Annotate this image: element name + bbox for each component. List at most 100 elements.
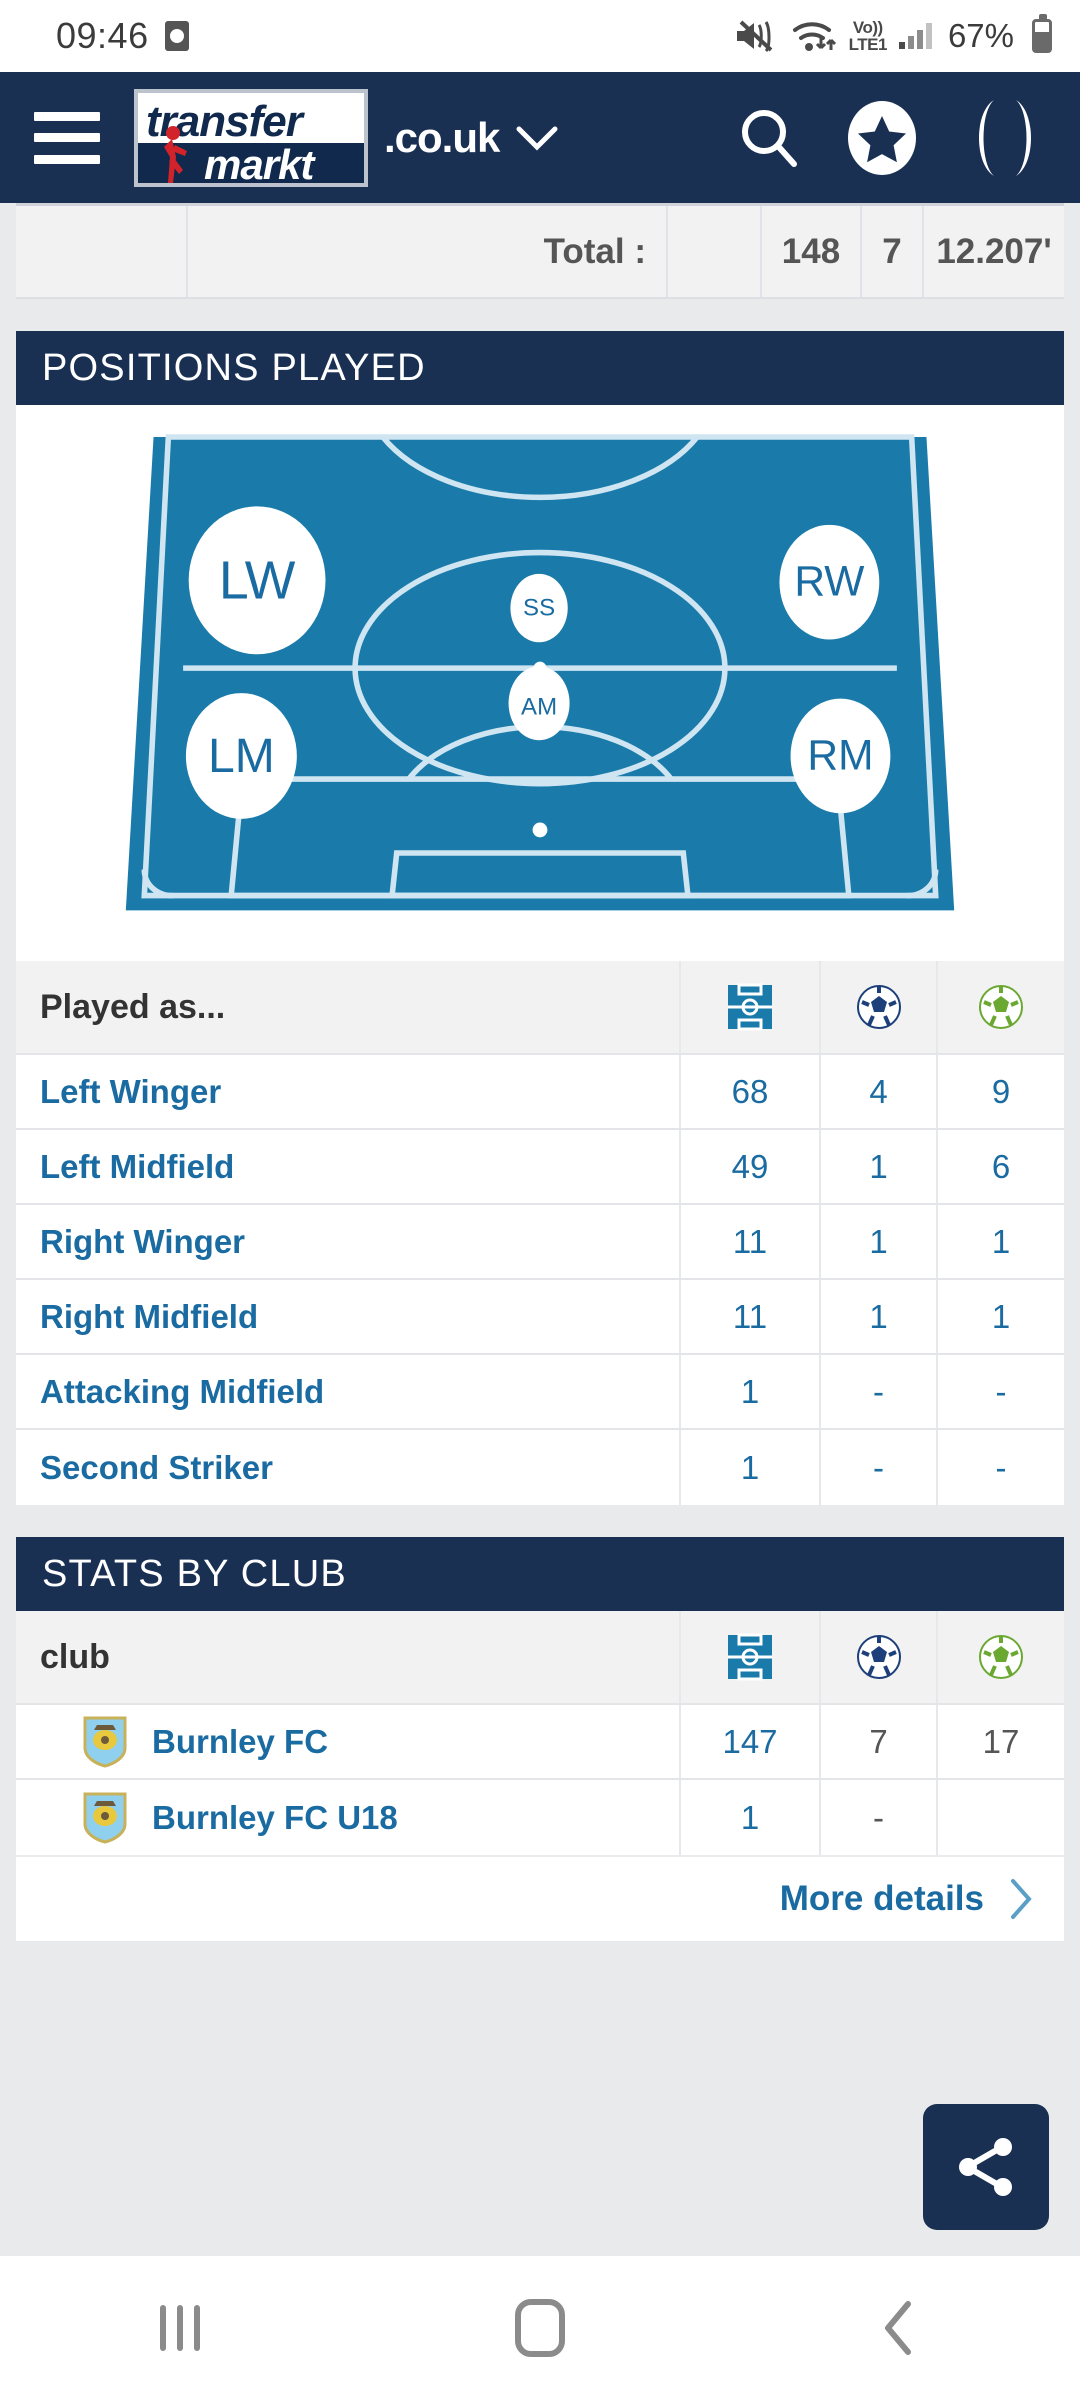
system-navigation-bar xyxy=(0,2256,1080,2400)
table-row[interactable]: Left Winger 68 4 9 xyxy=(16,1055,1064,1130)
second-striker-marker[interactable]: SS xyxy=(510,573,568,643)
position-link[interactable]: Left Winger xyxy=(40,1073,221,1111)
right-winger-label: RW xyxy=(794,559,864,606)
share-icon xyxy=(959,2138,1012,2196)
recents-icon xyxy=(160,2305,200,2351)
hamburger-menu-icon[interactable] xyxy=(34,111,100,164)
position-name-cell[interactable]: Second Striker xyxy=(16,1430,679,1505)
more-details-link[interactable]: More details xyxy=(780,1879,984,1919)
club-name-cell[interactable]: Burnley FC U18 xyxy=(16,1780,679,1855)
assists-cell: 9 xyxy=(936,1055,1064,1128)
home-button[interactable] xyxy=(360,2299,720,2357)
chevron-down-icon[interactable] xyxy=(515,123,559,153)
goals-cell: 7 xyxy=(819,1705,936,1778)
club-link[interactable]: Burnley FC xyxy=(152,1723,328,1761)
total-goals: 7 xyxy=(882,231,902,271)
total-row: Total : 148 7 12.207' xyxy=(16,203,1064,299)
domain-label: .co.uk xyxy=(384,113,500,161)
star-icon[interactable] xyxy=(842,98,922,178)
right-midfield-marker[interactable]: RM xyxy=(790,698,891,814)
assists-cell: 6 xyxy=(936,1130,1064,1203)
wifi-icon xyxy=(792,22,836,51)
user-profile-icon[interactable] xyxy=(962,96,1048,180)
football-green-icon xyxy=(979,985,1023,1029)
volte-line-2: LTE1 xyxy=(848,35,888,54)
position-name-cell[interactable]: Right Midfield xyxy=(16,1280,679,1353)
positions-pitch-container: LW RW SS AM LM RM xyxy=(16,405,1064,961)
football-blue-icon xyxy=(856,1635,901,1679)
pitch-icon xyxy=(728,983,772,1031)
club-link[interactable]: Burnley FC U18 xyxy=(152,1799,398,1837)
transfermarkt-logo[interactable]: transfer markt xyxy=(134,88,368,187)
appearances-cell: 11 xyxy=(679,1205,819,1278)
position-link[interactable]: Right Midfield xyxy=(40,1298,258,1336)
assists-cell: - xyxy=(936,1430,1064,1505)
logo-text-bottom: markt xyxy=(204,140,314,187)
football-blue-icon xyxy=(856,985,901,1029)
goals-cell: 1 xyxy=(819,1130,936,1203)
assists-cell: 17 xyxy=(936,1705,1064,1778)
total-goals-cell: 7 xyxy=(860,206,922,297)
site-header: transfer markt .co.uk xyxy=(0,72,1080,203)
position-name-cell[interactable]: Right Winger xyxy=(16,1205,679,1278)
burnley-fc-crest xyxy=(83,1792,127,1844)
assists-value: 1 xyxy=(991,1297,1011,1335)
assists-cell xyxy=(936,1780,1064,1855)
table-row[interactable]: Burnley FC U18 1 - xyxy=(16,1780,1064,1855)
position-link[interactable]: Second Striker xyxy=(40,1449,273,1487)
attacking-midfield-marker[interactable]: AM xyxy=(508,666,570,741)
assists-cell: 1 xyxy=(936,1280,1064,1353)
appearances-value: 11 xyxy=(732,1222,768,1260)
appearances-value: 1 xyxy=(740,1372,760,1410)
position-name-cell[interactable]: Left Winger xyxy=(16,1055,679,1128)
right-winger-marker[interactable]: RW xyxy=(779,524,880,640)
left-winger-marker[interactable]: LW xyxy=(188,506,326,655)
played-as-header-cell: Played as... xyxy=(16,961,679,1053)
goals-cell: - xyxy=(819,1780,936,1855)
more-details-row[interactable]: More details xyxy=(16,1855,1064,1941)
goals-cell: - xyxy=(819,1430,936,1505)
goals-value: - xyxy=(873,1372,884,1410)
goals-cell: 1 xyxy=(819,1205,936,1278)
status-bar: 09:46 Vo)) LTE1 67% xyxy=(0,0,1080,72)
home-icon xyxy=(515,2299,565,2357)
table-row[interactable]: Burnley FC 147 7 17 xyxy=(16,1705,1064,1780)
assists-value: 17 xyxy=(982,1722,1020,1760)
table-row[interactable]: Left Midfield 49 1 6 xyxy=(16,1130,1064,1205)
battery-percent-label: 67% xyxy=(947,17,1014,54)
position-link[interactable]: Right Winger xyxy=(40,1223,245,1261)
played-as-assists-header xyxy=(936,961,1064,1053)
assists-value: 6 xyxy=(991,1147,1011,1185)
back-button[interactable] xyxy=(720,2298,1080,2358)
stats-by-club-table-header: club xyxy=(16,1611,1064,1705)
table-row[interactable]: Right Winger 11 1 1 xyxy=(16,1205,1064,1280)
back-icon xyxy=(885,2301,911,2355)
battery-icon xyxy=(1032,14,1052,53)
goals-cell: 4 xyxy=(819,1055,936,1128)
club-name-cell[interactable]: Burnley FC xyxy=(16,1705,679,1778)
assists-value: 1 xyxy=(991,1222,1011,1260)
table-row[interactable]: Right Midfield 11 1 1 xyxy=(16,1280,1064,1355)
goals-cell: 1 xyxy=(819,1280,936,1353)
recents-button[interactable] xyxy=(0,2305,360,2351)
position-name-cell[interactable]: Attacking Midfield xyxy=(16,1355,679,1428)
status-bar-indicators: Vo)) LTE1 67% xyxy=(735,14,1052,55)
position-name-cell[interactable]: Left Midfield xyxy=(16,1130,679,1203)
cellular-signal-icon xyxy=(898,23,932,49)
share-button[interactable] xyxy=(923,2104,1049,2230)
chevron-right-icon[interactable] xyxy=(1006,1877,1036,1921)
played-as-appearances-header xyxy=(679,961,819,1053)
appearances-cell: 147 xyxy=(679,1705,819,1778)
position-link[interactable]: Left Midfield xyxy=(40,1148,234,1186)
appearances-cell: 1 xyxy=(679,1355,819,1428)
football-green-icon xyxy=(979,1635,1023,1679)
left-midfield-marker[interactable]: LM xyxy=(185,693,297,819)
table-row[interactable]: Attacking Midfield 1 - - xyxy=(16,1355,1064,1430)
search-icon[interactable] xyxy=(736,105,802,171)
total-minutes: 12.207' xyxy=(936,231,1052,271)
table-row[interactable]: Second Striker 1 - - xyxy=(16,1430,1064,1505)
goals-cell: - xyxy=(819,1355,936,1428)
goals-value: 4 xyxy=(869,1072,888,1110)
position-link[interactable]: Attacking Midfield xyxy=(40,1373,324,1411)
club-label: club xyxy=(40,1637,110,1676)
